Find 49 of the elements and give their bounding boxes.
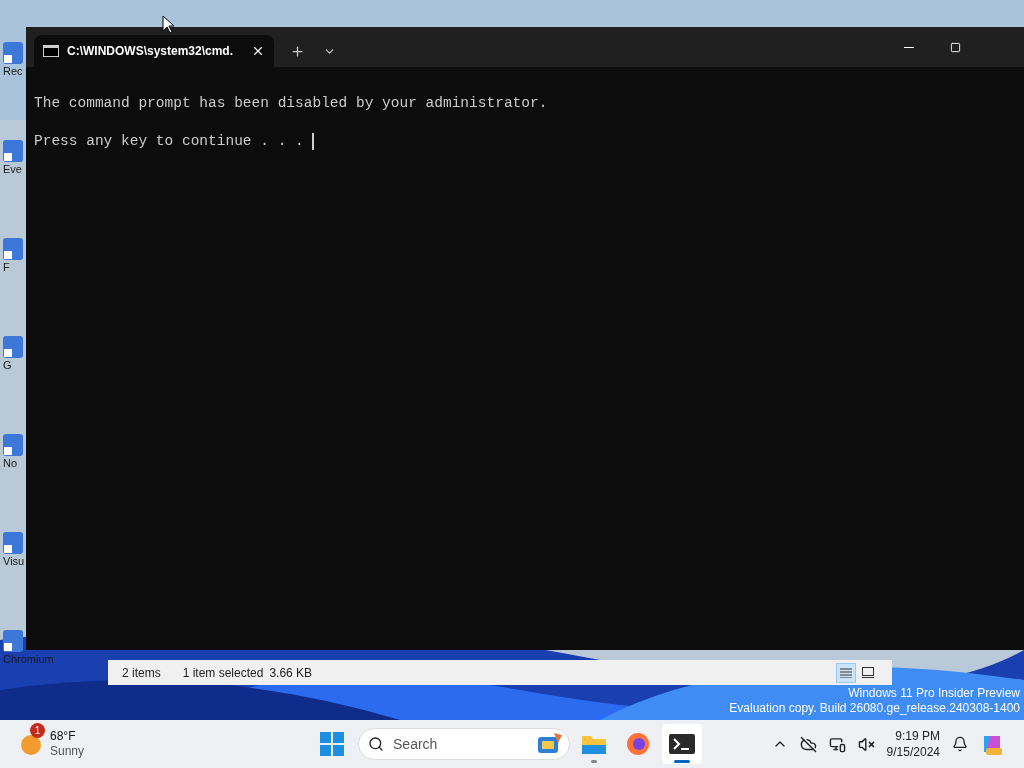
desktop-icon-label[interactable]: Eve (3, 162, 22, 176)
taskbar-app-button[interactable] (662, 724, 703, 764)
search-field[interactable]: Search (358, 728, 571, 760)
desktop-icon-label[interactable]: Rec (3, 64, 23, 78)
sun-icon[interactable] (20, 733, 42, 755)
minimize-icon (904, 46, 914, 48)
shortcut-icon[interactable] (3, 42, 23, 64)
shortcut-icon[interactable] (3, 434, 23, 456)
browser-icon[interactable] (626, 732, 651, 756)
start-icon[interactable] (320, 732, 345, 756)
list-view-icon (840, 667, 852, 678)
clock-date[interactable]: 9/15/2024 (886, 744, 940, 760)
network-icon[interactable] (828, 735, 846, 753)
item-count: 2 items (122, 664, 161, 682)
watermark-text: Evaluation copy. Build 26080.ge_release.240308-1400 (729, 701, 1020, 716)
notification-badge: 1 (30, 723, 45, 738)
console-text: The command prompt has been disabled by your administrator. (34, 94, 548, 113)
folder-icon[interactable] (581, 733, 608, 755)
tile-view-icon (862, 667, 874, 678)
desktop-icon-label[interactable]: G (3, 358, 12, 372)
tab-title: C:\WINDOWS\system32\cmd. (67, 43, 234, 60)
terminal-tab[interactable]: C:\WINDOWS\system32\cmd. (34, 35, 274, 67)
running-indicator (674, 760, 691, 763)
muted-speaker-icon[interactable] (857, 735, 875, 753)
watermark-text: Windows 11 Pro Insider Preview (848, 686, 1020, 701)
maximize-icon (949, 41, 961, 53)
plus-icon (289, 43, 305, 59)
running-indicator (591, 760, 598, 763)
selection-size: 3.66 KB (269, 664, 313, 682)
temperature: 68°F (50, 729, 77, 744)
close-icon[interactable] (251, 44, 265, 58)
shortcut-icon[interactable] (3, 140, 23, 162)
cloud-off-icon[interactable] (799, 735, 817, 753)
clock-time[interactable]: 9:19 PM (895, 728, 940, 744)
shortcut-icon[interactable] (3, 336, 23, 358)
desktop-icon-label[interactable]: F (3, 260, 10, 274)
terminal-icon[interactable] (669, 734, 696, 754)
desktop-icon-label[interactable]: Visu (3, 554, 25, 568)
search-icon (368, 736, 385, 752)
console-text: Press any key to continue . . . (34, 132, 304, 151)
weather-condition: Sunny (50, 744, 85, 759)
bell-icon[interactable] (952, 736, 968, 752)
mouse-pointer-icon (162, 15, 174, 34)
selection-info: 1 item selected (182, 664, 264, 682)
shortcut-icon[interactable] (3, 630, 23, 652)
shortcut-icon[interactable] (3, 532, 23, 554)
desktop-icon-label[interactable]: No (3, 456, 18, 470)
console-icon (43, 45, 59, 57)
shortcut-icon[interactable] (3, 238, 23, 260)
